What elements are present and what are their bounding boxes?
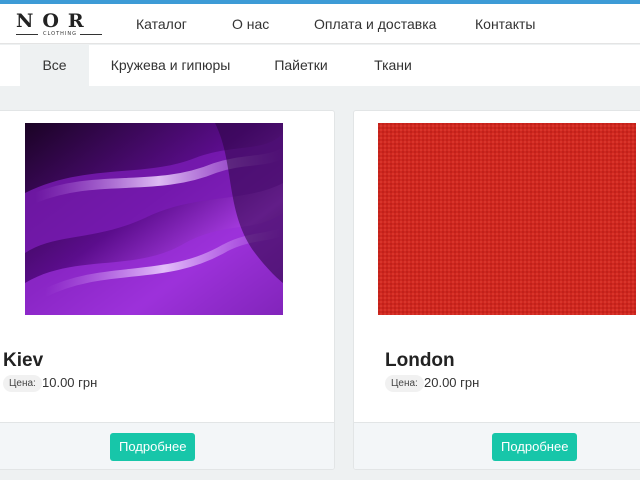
nav-link-payment-delivery[interactable]: Оплата и доставка (314, 15, 436, 33)
logo-rule-right (80, 34, 102, 35)
tab-sequins[interactable]: Пайетки (262, 45, 340, 86)
product-card: London Цена: 20.00 грн Подробнее (353, 110, 640, 470)
nav-link-contacts[interactable]: Контакты (475, 15, 535, 33)
product-image[interactable] (25, 123, 283, 315)
details-button[interactable]: Подробнее (110, 433, 196, 461)
card-footer: Подробнее (0, 422, 334, 469)
category-tabs: Все Кружева и гипюры Пайетки Ткани (0, 45, 640, 86)
nav-link-catalog[interactable]: Каталог (136, 15, 187, 33)
card-footer: Подробнее (354, 422, 640, 469)
brand-tagline: CLOTHING (43, 31, 77, 37)
product-image[interactable] (378, 123, 636, 315)
product-title[interactable]: Kiev (3, 349, 43, 373)
price-value: 10.00 грн (42, 375, 98, 390)
brand-logo[interactable]: NOR CLOTHING (16, 10, 104, 40)
tab-lace-guipure[interactable]: Кружева и гипюры (102, 45, 239, 86)
details-button[interactable]: Подробнее (492, 433, 578, 461)
site-header: NOR CLOTHING Каталог О нас Оплата и дост… (0, 4, 640, 44)
tab-fabrics[interactable]: Ткани (361, 45, 425, 86)
product-title[interactable]: London (385, 349, 455, 373)
brand-name: NOR (16, 10, 93, 32)
tab-all[interactable]: Все (20, 45, 89, 86)
logo-rule-left (16, 34, 38, 35)
price-value: 20.00 грн (424, 375, 480, 390)
nav-link-about[interactable]: О нас (232, 15, 269, 33)
price-label: Цена: (3, 375, 42, 392)
product-card: Kiev Цена: 10.00 грн Подробнее (0, 110, 335, 470)
price-label: Цена: (385, 375, 424, 392)
